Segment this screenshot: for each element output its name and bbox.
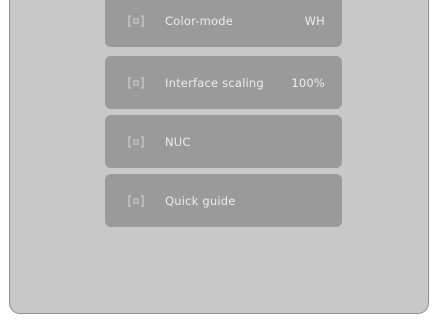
- focus-frame-icon: [128, 136, 144, 148]
- menu-item-label: Color-mode: [165, 13, 234, 28]
- focus-frame-icon: [128, 77, 144, 89]
- menu-item-quick-guide[interactable]: Quick guide: [105, 174, 342, 227]
- menu-item-label: NUC: [165, 134, 191, 149]
- menu-item-nuc[interactable]: NUC: [105, 115, 342, 168]
- focus-frame-icon: [128, 195, 144, 207]
- menu-item-value: 100%: [291, 75, 325, 90]
- menu-item-interface-scaling[interactable]: Interface scaling 100%: [105, 56, 342, 109]
- menu-item-label: Quick guide: [165, 193, 236, 208]
- focus-frame-icon: [128, 15, 144, 27]
- menu-item-color-mode[interactable]: Color-mode WH: [105, 0, 342, 47]
- menu-item-label: Interface scaling: [165, 75, 264, 90]
- device-screen: Color-mode WH Interface scaling 100% NUC…: [9, 0, 429, 314]
- menu-item-value: WH: [304, 13, 325, 28]
